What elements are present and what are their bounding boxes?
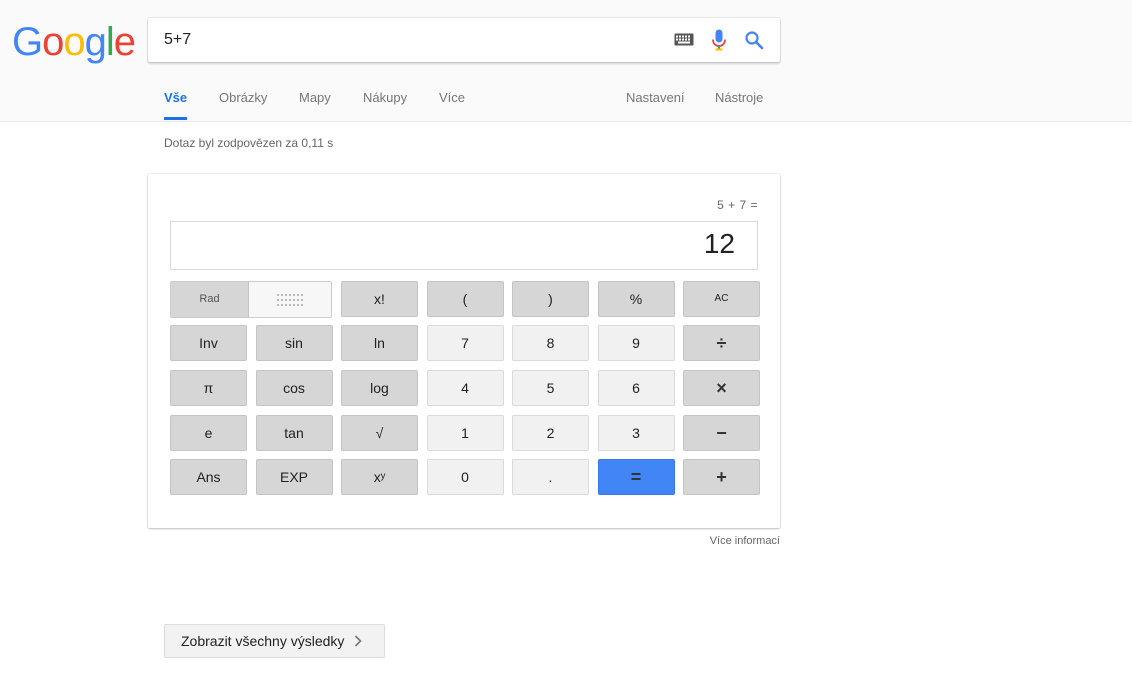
key-ln[interactable]: ln xyxy=(341,325,418,361)
google-logo[interactable]: Google xyxy=(12,18,136,66)
tab-tools[interactable]: Nástroje xyxy=(715,78,763,119)
show-all-label: Zobrazit všechny výsledky xyxy=(181,633,345,649)
key-digit-0[interactable]: 0 xyxy=(426,459,504,495)
calculator-display: 12 xyxy=(170,221,758,270)
search-icon[interactable] xyxy=(744,30,764,50)
key-open-paren[interactable]: ( xyxy=(426,281,504,317)
key-log[interactable]: log xyxy=(341,370,418,406)
key-answer[interactable]: Ans xyxy=(170,459,247,495)
radians-button[interactable]: Rad xyxy=(171,282,249,317)
logo-letter: o xyxy=(63,20,85,64)
key-digit-4[interactable]: 4 xyxy=(426,370,504,406)
logo-letter: e xyxy=(113,20,136,64)
dotted-grid-icon xyxy=(277,293,303,306)
key-percent[interactable]: % xyxy=(597,281,675,317)
search-box xyxy=(148,18,780,62)
key-digit-3[interactable]: 3 xyxy=(597,415,675,451)
key-square-root[interactable]: √ xyxy=(341,415,418,451)
search-tabs: Vše Obrázky Mapy Nákupy Více Nastavení N… xyxy=(148,78,780,121)
key-inverse[interactable]: Inv xyxy=(170,325,247,361)
key-decimal-point[interactable]: . xyxy=(512,459,589,495)
key-digit-1[interactable]: 1 xyxy=(426,415,504,451)
key-multiply[interactable]: × xyxy=(683,370,760,406)
tab-all[interactable]: Vše xyxy=(164,78,188,120)
logo-letter: o xyxy=(42,20,64,64)
show-all-results-button[interactable]: Zobrazit všechny výsledky xyxy=(164,624,385,658)
logo-letter: G xyxy=(12,20,43,64)
tab-maps[interactable]: Mapy xyxy=(299,78,331,119)
key-digit-7[interactable]: 7 xyxy=(426,325,504,361)
key-digit-8[interactable]: 8 xyxy=(512,325,589,361)
key-power[interactable]: xʸ xyxy=(341,459,418,495)
more-info-link[interactable]: Více informací xyxy=(710,535,780,547)
result-stats: Dotaz byl zodpovězen za 0,11 s xyxy=(164,136,334,150)
key-close-paren[interactable]: ) xyxy=(512,281,589,317)
key-all-clear[interactable]: AC xyxy=(683,281,760,317)
key-digit-6[interactable]: 6 xyxy=(597,370,675,406)
microphone-icon[interactable] xyxy=(712,29,726,51)
key-cos[interactable]: cos xyxy=(255,370,333,406)
search-input[interactable] xyxy=(164,18,644,62)
key-euler[interactable]: e xyxy=(170,415,247,451)
key-digit-9[interactable]: 9 xyxy=(597,325,675,361)
calculator-card: 5 + 7 = 12 Rad x!()% AC Inv sin ln 7 8 9 ÷ π cos lo… xyxy=(148,174,780,528)
tab-more[interactable]: Více xyxy=(439,78,465,119)
key-add[interactable]: + xyxy=(683,459,760,495)
angle-mode-toggle: Rad xyxy=(170,281,332,318)
tab-settings[interactable]: Nastavení xyxy=(626,78,685,119)
degrees-button[interactable] xyxy=(249,282,331,317)
tab-shopping[interactable]: Nákupy xyxy=(363,78,407,119)
chevron-right-icon xyxy=(354,625,362,657)
calculator-result: 12 xyxy=(703,228,735,259)
key-equals[interactable]: = xyxy=(597,459,675,495)
logo-letter: l xyxy=(105,20,115,64)
key-digit-2[interactable]: 2 xyxy=(512,415,589,451)
key-exponent[interactable]: EXP xyxy=(255,459,333,495)
key-divide[interactable]: ÷ xyxy=(683,325,760,361)
key-tan[interactable]: tan xyxy=(255,415,333,451)
key-subtract[interactable]: − xyxy=(683,415,760,451)
calculator-expression: 5 + 7 = xyxy=(717,198,758,212)
logo-letter: g xyxy=(84,20,107,64)
tab-images[interactable]: Obrázky xyxy=(219,78,267,119)
key-sin[interactable]: sin xyxy=(255,325,333,361)
key-factorial[interactable]: x! xyxy=(341,281,418,317)
key-pi[interactable]: π xyxy=(170,370,247,406)
keyboard-icon[interactable] xyxy=(674,33,694,47)
key-digit-5[interactable]: 5 xyxy=(512,370,589,406)
